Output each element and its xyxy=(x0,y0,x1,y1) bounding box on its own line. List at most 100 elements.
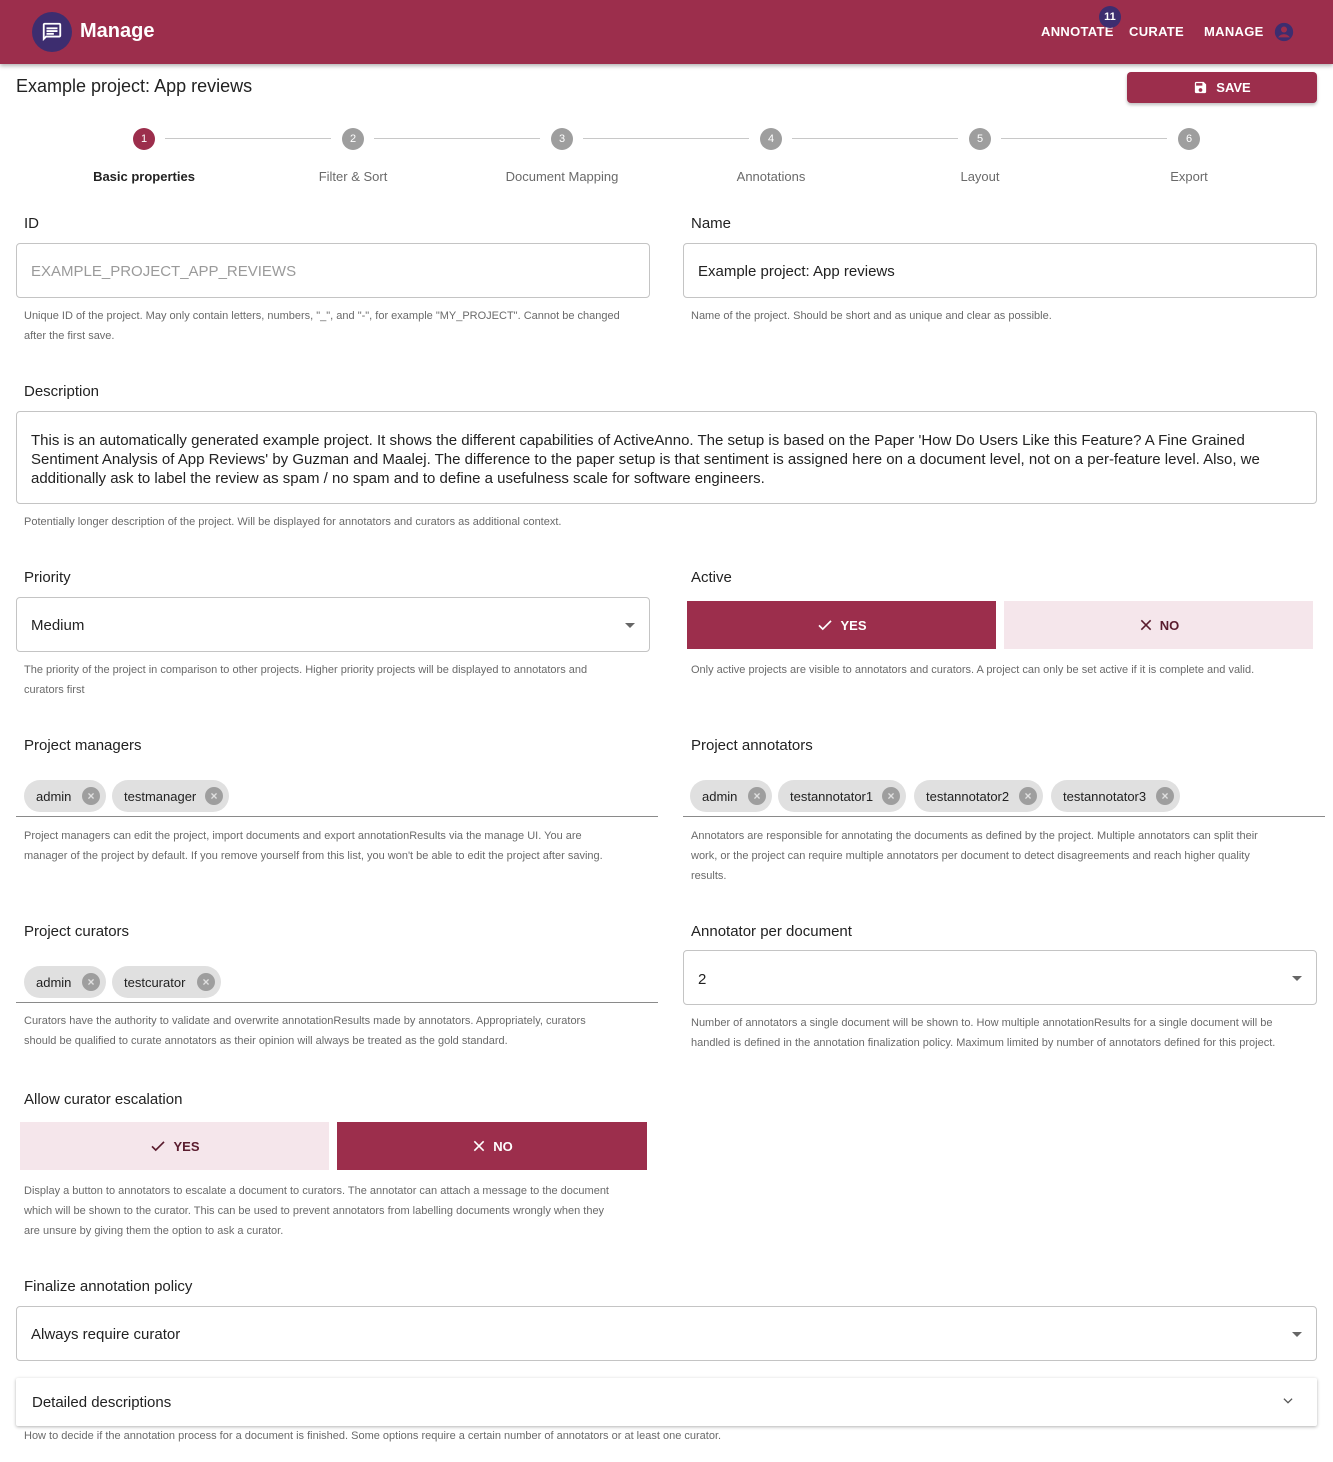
chip-testannotator1: testannotator1 × xyxy=(778,780,906,812)
escalation-no-button[interactable]: NO xyxy=(337,1122,647,1170)
step-connector xyxy=(1001,138,1167,139)
escalation-no-label: NO xyxy=(493,1138,513,1154)
chip-testannotator2: testannotator2 × xyxy=(914,780,1043,812)
active-label: Active xyxy=(691,569,732,586)
chevron-down-icon xyxy=(1283,1398,1293,1404)
curators-label: Project curators xyxy=(24,923,130,940)
close-icon xyxy=(1140,619,1151,631)
accordion-label: Detailed descriptions xyxy=(32,1394,172,1411)
annotator-per-doc-help: Number of annotators a single document w… xyxy=(691,1013,1275,1053)
step-3-circle[interactable]: 3 xyxy=(551,128,573,150)
active-help: Only active projects are visible to anno… xyxy=(691,664,1255,676)
annotators-label: Project annotators xyxy=(691,737,813,754)
id-field: EXAMPLE_PROJECT_APP_REVIEWS xyxy=(16,243,650,298)
chip-label: admin xyxy=(36,974,72,990)
step-6-label[interactable]: Export xyxy=(1089,169,1289,184)
step-connector xyxy=(792,138,958,139)
chip-label: admin xyxy=(702,788,738,804)
active-no-button[interactable]: NO xyxy=(1004,601,1313,649)
chip-remove-icon[interactable]: × xyxy=(82,787,100,805)
active-yes-button[interactable]: YES xyxy=(687,601,996,649)
annotator-per-doc-value: 2 xyxy=(698,971,707,988)
managers-chip-input[interactable]: admin × testmanager × xyxy=(16,780,658,817)
chip-remove-icon[interactable]: × xyxy=(205,787,223,805)
step-1-circle[interactable]: 1 xyxy=(133,128,155,150)
step-2-circle[interactable]: 2 xyxy=(342,128,364,150)
close-icon xyxy=(474,1140,485,1152)
escalation-label: Allow curator escalation xyxy=(24,1091,183,1108)
step-connector xyxy=(583,138,749,139)
annotator-per-doc-label: Annotator per document xyxy=(691,923,852,940)
step-6-circle[interactable]: 6 xyxy=(1178,128,1200,150)
chip-remove-icon[interactable]: × xyxy=(197,973,215,991)
id-help-line: after the first save. xyxy=(24,330,115,342)
escalation-help-line: Display a button to annotators to escala… xyxy=(24,1185,609,1197)
annotators-chip-input[interactable]: admin × testannotator1 × testannotator2 … xyxy=(683,780,1325,817)
detailed-descriptions-accordion[interactable]: Detailed descriptions xyxy=(16,1378,1317,1426)
dropdown-arrow-icon xyxy=(1292,1332,1302,1337)
step-5-label[interactable]: Layout xyxy=(880,169,1080,184)
id-help: Unique ID of the project. May only conta… xyxy=(24,306,620,346)
description-help: Potentially longer description of the pr… xyxy=(24,516,562,528)
managers-help: Project managers can edit the project, i… xyxy=(24,826,603,866)
chip-label: testannotator2 xyxy=(926,788,1010,804)
chip-remove-icon[interactable]: × xyxy=(82,973,100,991)
escalation-yes-button[interactable]: YES xyxy=(20,1122,329,1170)
nav-annotate[interactable]: ANNOTATE xyxy=(1041,24,1114,39)
account-icon[interactable] xyxy=(1274,22,1294,42)
description-field[interactable]: This is an automatically generated examp… xyxy=(16,411,1317,504)
finalize-select[interactable]: Always require curator xyxy=(16,1306,1317,1361)
step-connector xyxy=(165,138,331,139)
chip-testannotator3: testannotator3 × xyxy=(1051,780,1180,812)
escalation-help-line: are unsure by giving them the option to … xyxy=(24,1225,284,1237)
id-help-line: Unique ID of the project. May only conta… xyxy=(24,310,620,322)
chip-remove-icon[interactable]: × xyxy=(882,787,900,805)
annotator-per-doc-help-line: Number of annotators a single document w… xyxy=(691,1017,1273,1029)
curators-help-line: should be qualified to curate annotators… xyxy=(24,1035,508,1047)
chip-label: admin xyxy=(36,788,72,804)
escalation-help: Display a button to annotators to escala… xyxy=(24,1181,609,1241)
chip-testcurator: testcurator × xyxy=(112,966,221,998)
managers-label: Project managers xyxy=(24,737,142,754)
step-5-circle[interactable]: 5 xyxy=(969,128,991,150)
chat-logo-icon[interactable] xyxy=(32,12,72,52)
chip-remove-icon[interactable]: × xyxy=(1019,787,1037,805)
chip-label: testannotator3 xyxy=(1063,788,1147,804)
annotator-per-doc-help-line: handled is defined in the annotation fin… xyxy=(691,1037,1276,1049)
curators-help: Curators have the authority to validate … xyxy=(24,1011,586,1051)
chip-admin: admin × xyxy=(690,780,772,812)
nav-curate[interactable]: CURATE xyxy=(1129,24,1184,39)
chip-label: testannotator1 xyxy=(790,788,874,804)
managers-help-line: manager of the project by default. If yo… xyxy=(24,850,603,862)
save-button[interactable]: SAVE xyxy=(1127,72,1317,103)
page-title: Example project: App reviews xyxy=(16,76,253,96)
nav-manage[interactable]: MANAGE xyxy=(1204,24,1264,39)
finalize-value: Always require curator xyxy=(31,1326,181,1343)
id-value: EXAMPLE_PROJECT_APP_REVIEWS xyxy=(31,263,297,280)
curators-chip-input[interactable]: admin × testcurator × xyxy=(16,966,658,1003)
step-4-circle[interactable]: 4 xyxy=(760,128,782,150)
finalize-help: How to decide if the annotation process … xyxy=(24,1430,722,1442)
managers-help-line: Project managers can edit the project, i… xyxy=(24,830,582,842)
dropdown-arrow-icon xyxy=(625,623,635,628)
annotators-help-line: results. xyxy=(691,870,727,882)
annotator-per-doc-select[interactable]: 2 xyxy=(683,950,1317,1005)
annotate-count-badge: 11 xyxy=(1099,6,1121,28)
chip-remove-icon[interactable]: × xyxy=(748,787,766,805)
chip-testmanager: testmanager × xyxy=(112,780,229,812)
priority-help: The priority of the project in compariso… xyxy=(24,660,587,700)
chip-remove-icon[interactable]: × xyxy=(1156,787,1174,805)
step-1-label[interactable]: Basic properties xyxy=(44,169,244,184)
step-3-label[interactable]: Document Mapping xyxy=(462,169,662,184)
escalation-yes-label: YES xyxy=(173,1138,200,1154)
curators-help-line: Curators have the authority to validate … xyxy=(24,1015,586,1027)
name-label: Name xyxy=(691,215,732,232)
step-2-label[interactable]: Filter & Sort xyxy=(253,169,453,184)
priority-help-line: curators first xyxy=(24,684,85,696)
priority-select[interactable]: Medium xyxy=(16,597,650,652)
name-field[interactable]: Example project: App reviews xyxy=(683,243,1317,298)
description-value: This is an automatically generated examp… xyxy=(31,432,1260,487)
priority-value: Medium xyxy=(31,617,85,634)
check-icon xyxy=(151,1141,166,1152)
step-4-label[interactable]: Annotations xyxy=(671,169,871,184)
